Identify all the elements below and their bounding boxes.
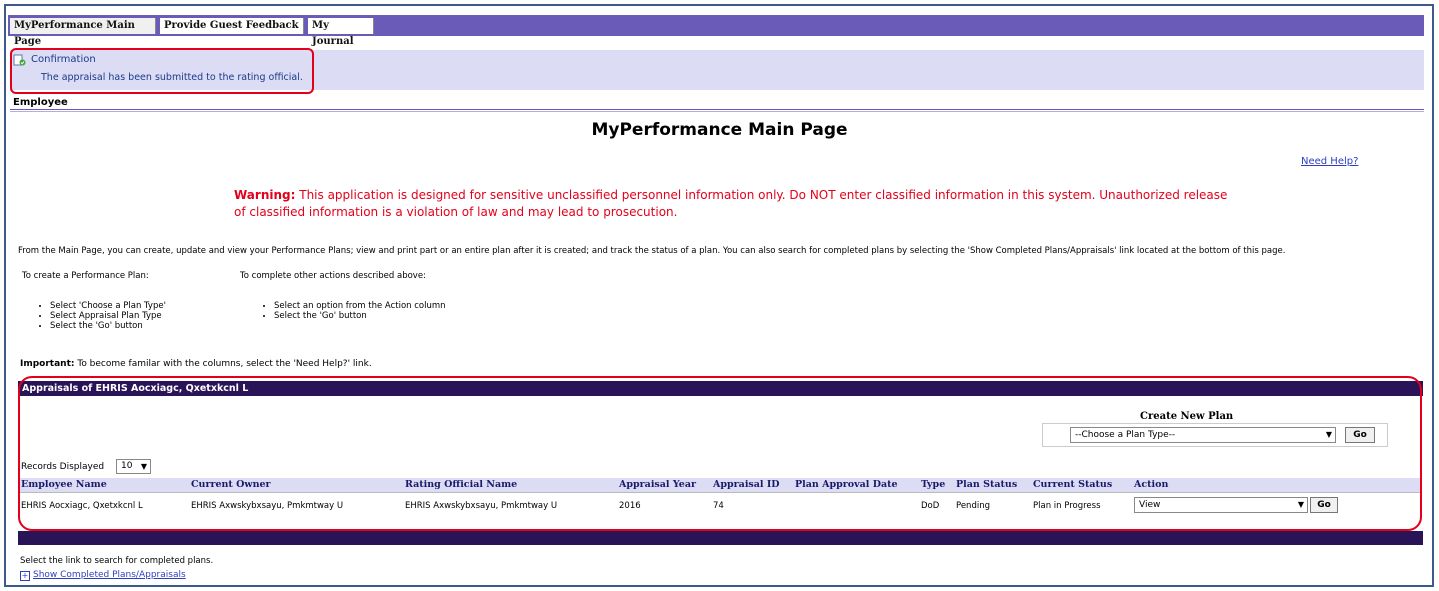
important-note: Important: To become familar with the co…: [20, 359, 372, 369]
list-item: Select an option from the Action column: [274, 301, 446, 311]
tab-guest-feedback[interactable]: Provide Guest Feedback: [160, 18, 304, 34]
select-link-text: Select the link to search for completed …: [20, 556, 214, 566]
list-item: Select Appraisal Plan Type: [50, 311, 166, 321]
divider: [10, 111, 1424, 112]
warning-text: This application is designed for sensiti…: [234, 188, 1228, 219]
other-actions-steps: Select an option from the Action column …: [258, 301, 446, 321]
list-item: Select the 'Go' button: [274, 311, 446, 321]
need-help-link[interactable]: Need Help?: [1301, 156, 1358, 167]
list-item: Select the 'Go' button: [50, 321, 166, 331]
create-plan-steps: Select 'Choose a Plan Type' Select Appra…: [34, 301, 166, 331]
confirmation-highlight: [10, 48, 314, 94]
expand-plus-icon: +: [20, 571, 30, 581]
show-completed-label: Show Completed Plans/Appraisals: [33, 570, 186, 580]
appraisals-footer-bar: [18, 531, 1423, 545]
show-completed-link[interactable]: + Show Completed Plans/Appraisals: [20, 570, 186, 581]
important-text: To become familar with the columns, sele…: [74, 359, 372, 369]
important-lead: Important:: [20, 359, 75, 369]
warning-lead: Warning:: [234, 188, 296, 202]
tab-main-page[interactable]: MyPerformance Main Page: [10, 18, 156, 47]
intro-text: From the Main Page, you can create, upda…: [18, 246, 1286, 256]
divider: [10, 109, 1424, 110]
other-actions-label: To complete other actions described abov…: [240, 271, 426, 281]
page-title: MyPerformance Main Page: [591, 120, 848, 140]
tab-my-journal[interactable]: My Journal: [308, 18, 374, 47]
warning-message: Warning: This application is designed fo…: [234, 187, 1234, 221]
appraisals-highlight: [18, 376, 1422, 531]
list-item: Select 'Choose a Plan Type': [50, 301, 166, 311]
employee-label: Employee: [13, 97, 68, 108]
create-plan-label: To create a Performance Plan:: [22, 271, 149, 281]
tab-bar: MyPerformance Main Page Provide Guest Fe…: [8, 15, 1424, 47]
